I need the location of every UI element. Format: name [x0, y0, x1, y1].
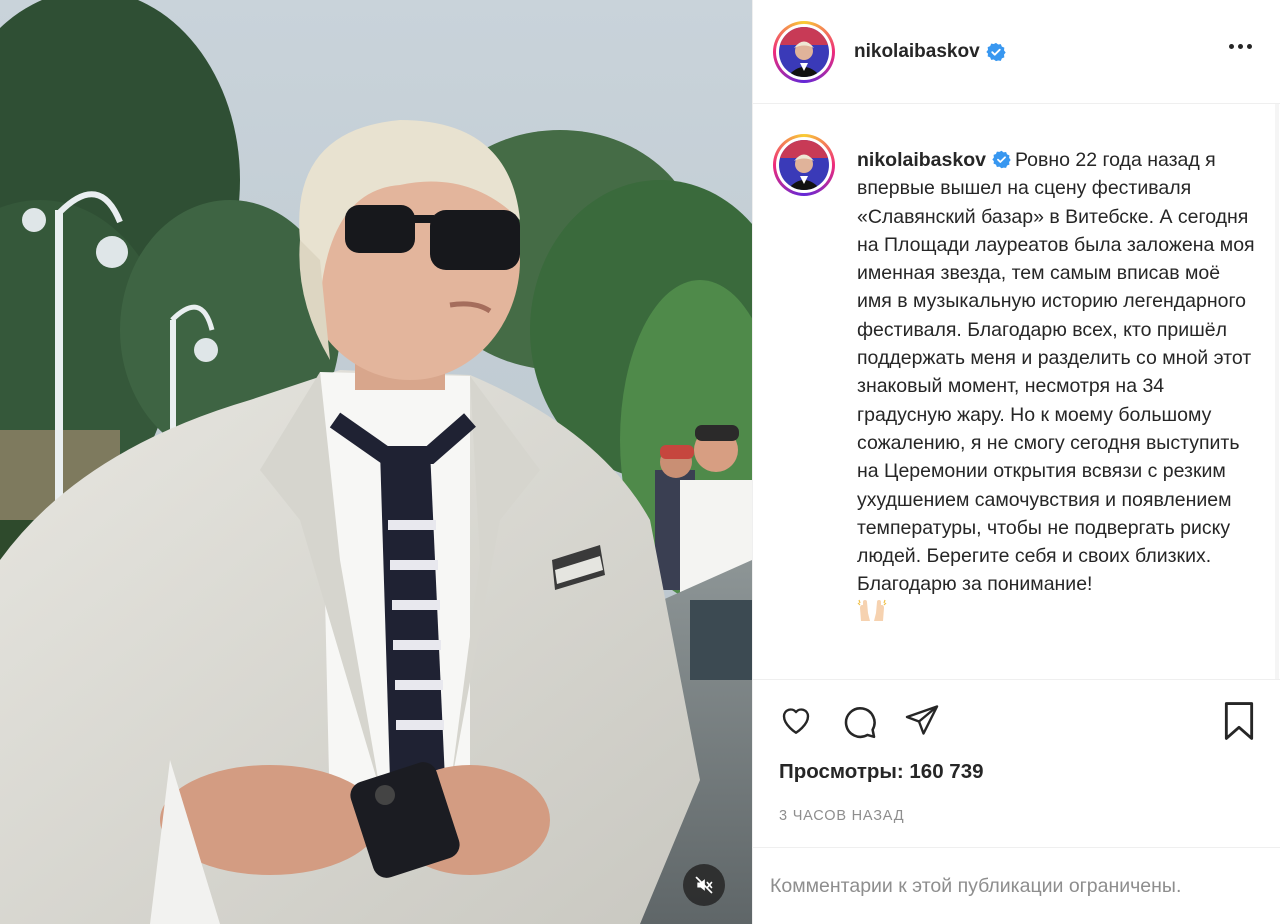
paper-plane-icon[interactable]	[903, 702, 941, 738]
post-author-username[interactable]: nikolaibaskov	[854, 41, 980, 63]
raised-hands-emoji	[857, 599, 887, 621]
post-caption: nikolaibaskov Ровно 22 года назад я впер…	[857, 146, 1260, 627]
comment-icon[interactable]	[839, 702, 879, 740]
caption-username[interactable]: nikolaibaskov	[857, 149, 986, 171]
more-horizontal-icon	[1229, 44, 1234, 49]
speaker-muted-icon	[695, 876, 713, 894]
caption-section[interactable]: nikolaibaskov Ровно 22 года назад я впер…	[753, 104, 1280, 680]
video-frame	[0, 0, 752, 924]
profile-photo	[779, 26, 829, 77]
avatar[interactable]	[773, 20, 835, 83]
heart-icon[interactable]	[777, 702, 815, 738]
action-bar	[753, 680, 1280, 760]
verified-badge-icon	[992, 150, 1011, 169]
profile-photo	[779, 140, 829, 190]
post-video[interactable]	[0, 0, 752, 924]
post-details-panel: nikolaibaskov nikolaibaskov Ровно 22 год…	[752, 0, 1280, 924]
view-count[interactable]: Просмотры: 160 739	[753, 760, 1280, 788]
caption-avatar[interactable]	[773, 134, 835, 196]
verified-badge-icon	[986, 42, 1006, 61]
bookmark-icon[interactable]	[1220, 700, 1258, 742]
caption-body: Ровно 22 года назад я впервые вышел на с…	[857, 149, 1255, 596]
post-header: nikolaibaskov	[753, 0, 1280, 104]
mute-toggle-button[interactable]	[683, 864, 725, 906]
caption-scrollbar[interactable]	[1274, 104, 1280, 679]
more-options-button[interactable]	[1227, 38, 1254, 55]
post-timestamp[interactable]: 3 часов назад	[753, 800, 1280, 848]
instagram-post: nikolaibaskov nikolaibaskov Ровно 22 год…	[0, 0, 1280, 924]
comments-disabled-notice: Комментарии к этой публикации ограничены…	[770, 874, 1182, 897]
